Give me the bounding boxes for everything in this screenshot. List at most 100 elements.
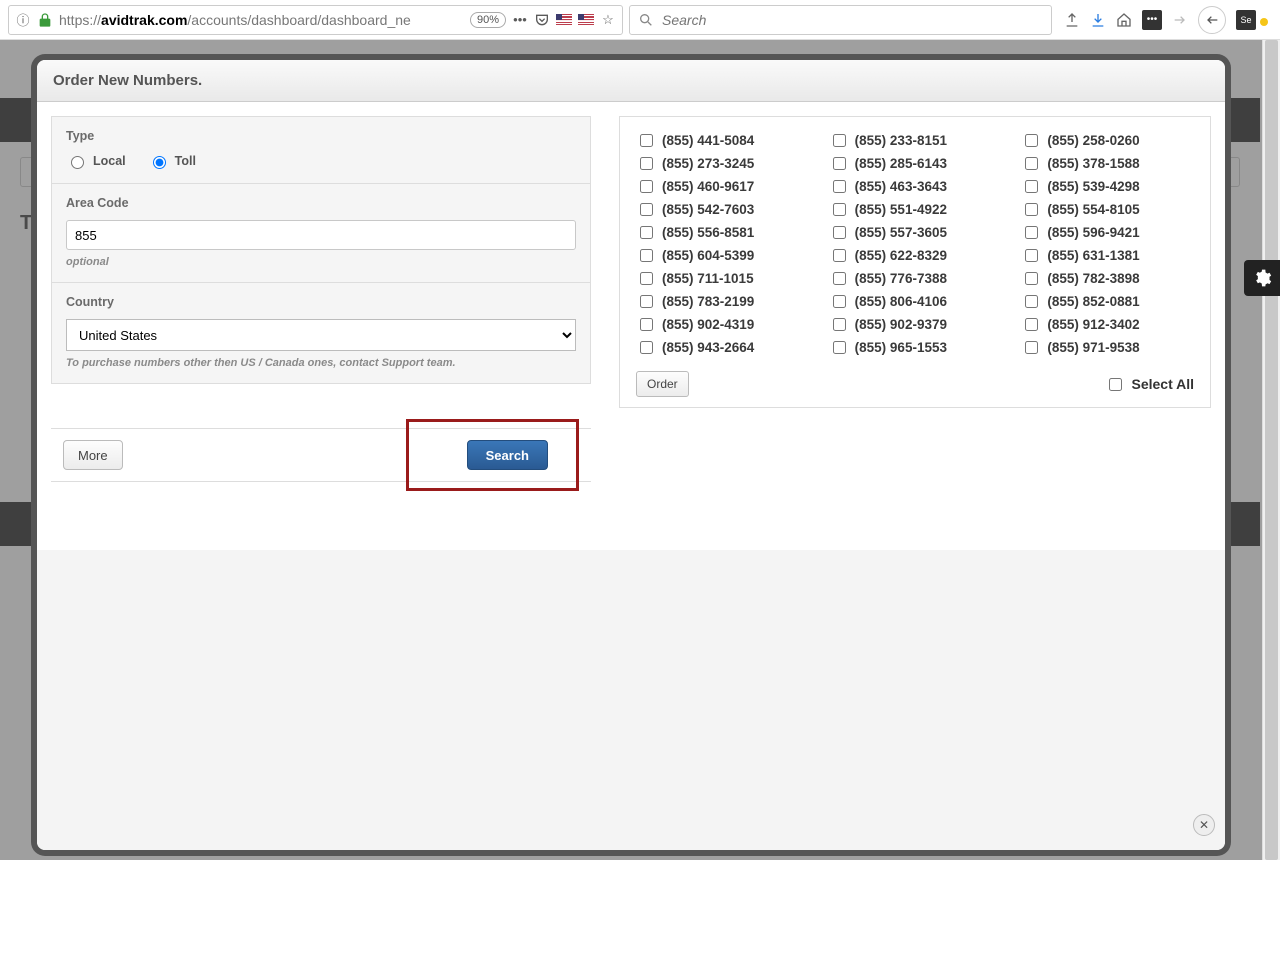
number-label: (855) 551-4922: [855, 202, 947, 217]
settings-side-tab[interactable]: [1244, 260, 1280, 296]
number-checkbox[interactable]: [640, 295, 653, 308]
number-item[interactable]: (855) 631-1381: [1021, 246, 1194, 265]
number-checkbox[interactable]: [640, 180, 653, 193]
number-checkbox[interactable]: [833, 203, 846, 216]
select-all[interactable]: Select All: [1105, 375, 1194, 394]
browser-search-input[interactable]: [660, 11, 1043, 29]
number-checkbox[interactable]: [640, 272, 653, 285]
number-checkbox[interactable]: [833, 341, 846, 354]
number-label: (855) 806-4106: [855, 294, 947, 309]
country-label: Country: [66, 295, 576, 309]
number-item[interactable]: (855) 460-9617: [636, 177, 809, 196]
number-label: (855) 604-5399: [662, 248, 754, 263]
number-item[interactable]: (855) 556-8581: [636, 223, 809, 242]
number-item[interactable]: (855) 711-1015: [636, 269, 809, 288]
number-item[interactable]: (855) 441-5084: [636, 131, 809, 150]
number-checkbox[interactable]: [1025, 226, 1038, 239]
number-item[interactable]: (855) 554-8105: [1021, 200, 1194, 219]
number-item[interactable]: (855) 596-9421: [1021, 223, 1194, 242]
number-item[interactable]: (855) 806-4106: [829, 292, 1002, 311]
flag-icon-2[interactable]: [578, 14, 594, 25]
number-checkbox[interactable]: [833, 180, 846, 193]
more-icon[interactable]: •••: [512, 12, 528, 28]
download-icon[interactable]: [1090, 12, 1106, 28]
radio-local[interactable]: [71, 156, 84, 169]
number-item[interactable]: (855) 783-2199: [636, 292, 809, 311]
number-item[interactable]: (855) 463-3643: [829, 177, 1002, 196]
number-label: (855) 782-3898: [1047, 271, 1139, 286]
upload-icon[interactable]: [1064, 12, 1080, 28]
home-icon[interactable]: [1116, 12, 1132, 28]
number-checkbox[interactable]: [640, 134, 653, 147]
pocket-icon[interactable]: [534, 12, 550, 28]
more-button[interactable]: More: [63, 440, 123, 470]
country-select[interactable]: United States: [66, 319, 576, 351]
number-item[interactable]: (855) 551-4922: [829, 200, 1002, 219]
number-checkbox[interactable]: [1025, 318, 1038, 331]
number-checkbox[interactable]: [1025, 134, 1038, 147]
browser-chrome: ⓘ https://avidtrak.com/accounts/dashboar…: [0, 0, 1280, 40]
number-checkbox[interactable]: [1025, 180, 1038, 193]
number-checkbox[interactable]: [1025, 272, 1038, 285]
number-checkbox[interactable]: [640, 249, 653, 262]
number-checkbox[interactable]: [640, 203, 653, 216]
number-checkbox[interactable]: [833, 272, 846, 285]
number-label: (855) 596-9421: [1047, 225, 1139, 240]
type-option-local[interactable]: Local: [66, 153, 126, 169]
number-checkbox[interactable]: [833, 295, 846, 308]
ext-icon-1[interactable]: •••: [1142, 10, 1162, 30]
number-item[interactable]: (855) 912-3402: [1021, 315, 1194, 334]
url-bar[interactable]: ⓘ https://avidtrak.com/accounts/dashboar…: [8, 5, 623, 35]
order-button[interactable]: Order: [636, 371, 689, 397]
star-icon[interactable]: ☆: [600, 12, 616, 28]
number-item[interactable]: (855) 258-0260: [1021, 131, 1194, 150]
number-item[interactable]: (855) 971-9538: [1021, 338, 1194, 357]
areacode-input[interactable]: [66, 220, 576, 250]
number-item[interactable]: (855) 965-1553: [829, 338, 1002, 357]
number-checkbox[interactable]: [1025, 203, 1038, 216]
number-item[interactable]: (855) 539-4298: [1021, 177, 1194, 196]
zoom-badge[interactable]: 90%: [470, 12, 506, 28]
number-item[interactable]: (855) 285-6143: [829, 154, 1002, 173]
number-checkbox[interactable]: [640, 157, 653, 170]
number-item[interactable]: (855) 782-3898: [1021, 269, 1194, 288]
number-checkbox[interactable]: [1025, 249, 1038, 262]
info-icon[interactable]: ⓘ: [15, 12, 31, 28]
flag-icon-1[interactable]: [556, 14, 572, 25]
number-item[interactable]: (855) 542-7603: [636, 200, 809, 219]
number-checkbox[interactable]: [1025, 341, 1038, 354]
number-item[interactable]: (855) 776-7388: [829, 269, 1002, 288]
forward-icon[interactable]: [1172, 12, 1188, 28]
vertical-scrollbar[interactable]: [1262, 40, 1280, 860]
number-item[interactable]: (855) 378-1588: [1021, 154, 1194, 173]
number-checkbox[interactable]: [640, 341, 653, 354]
number-item[interactable]: (855) 273-3245: [636, 154, 809, 173]
number-item[interactable]: (855) 902-9379: [829, 315, 1002, 334]
number-item[interactable]: (855) 852-0881: [1021, 292, 1194, 311]
number-checkbox[interactable]: [1025, 157, 1038, 170]
ext-icon-se[interactable]: Se: [1236, 10, 1256, 30]
number-item[interactable]: (855) 622-8329: [829, 246, 1002, 265]
search-button[interactable]: Search: [467, 440, 548, 470]
number-checkbox[interactable]: [833, 318, 846, 331]
browser-search[interactable]: [629, 5, 1052, 35]
number-label: (855) 556-8581: [662, 225, 754, 240]
close-button[interactable]: ✕: [1193, 814, 1215, 836]
select-all-checkbox[interactable]: [1109, 378, 1122, 391]
number-item[interactable]: (855) 902-4319: [636, 315, 809, 334]
number-checkbox[interactable]: [640, 318, 653, 331]
number-checkbox[interactable]: [1025, 295, 1038, 308]
number-item[interactable]: (855) 557-3605: [829, 223, 1002, 242]
number-label: (855) 554-8105: [1047, 202, 1139, 217]
number-checkbox[interactable]: [833, 226, 846, 239]
number-item[interactable]: (855) 943-2664: [636, 338, 809, 357]
back-icon[interactable]: [1198, 6, 1226, 34]
number-checkbox[interactable]: [833, 249, 846, 262]
radio-toll[interactable]: [153, 156, 166, 169]
number-checkbox[interactable]: [640, 226, 653, 239]
number-item[interactable]: (855) 604-5399: [636, 246, 809, 265]
type-option-toll[interactable]: Toll: [148, 153, 196, 169]
number-checkbox[interactable]: [833, 157, 846, 170]
number-item[interactable]: (855) 233-8151: [829, 131, 1002, 150]
number-checkbox[interactable]: [833, 134, 846, 147]
